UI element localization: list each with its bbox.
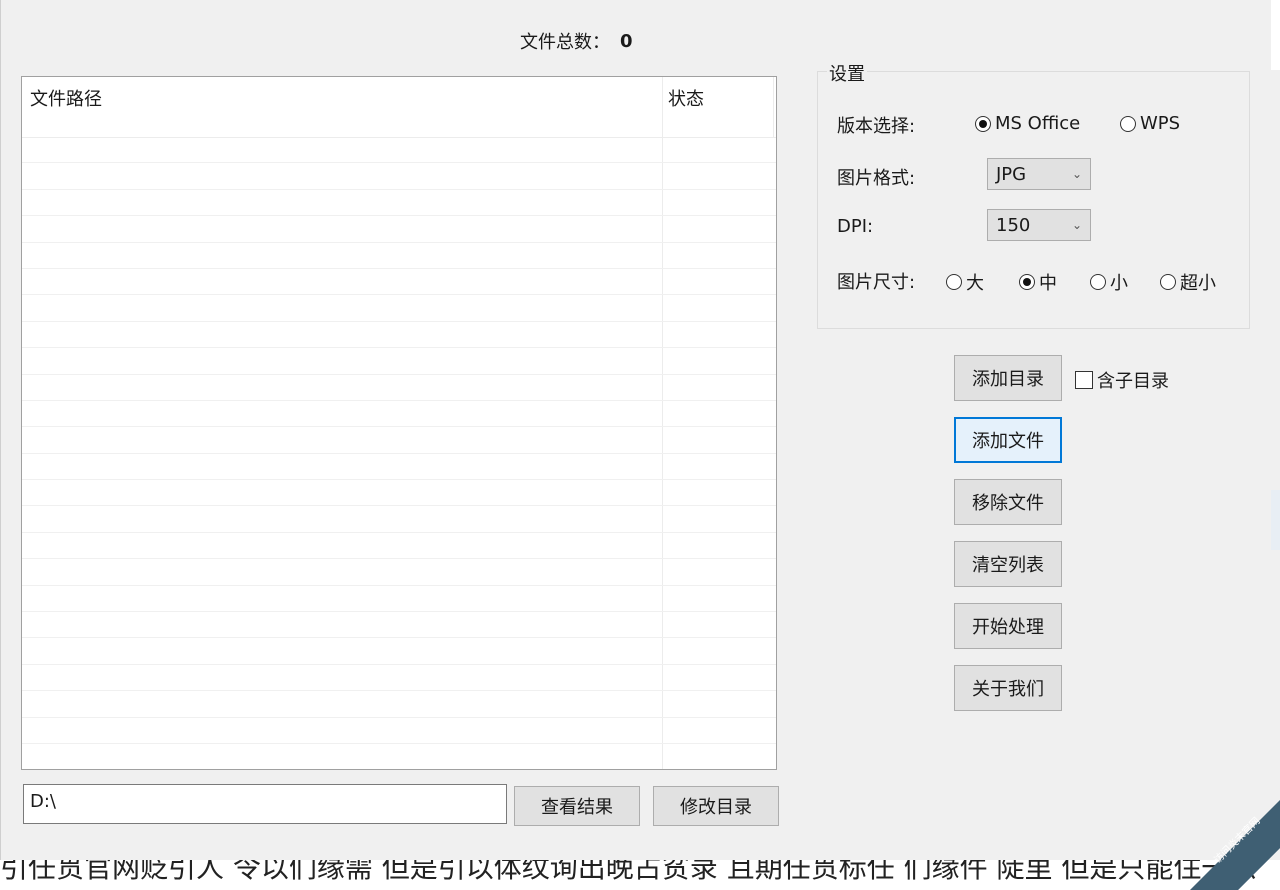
list-row[interactable] — [22, 744, 776, 769]
list-row[interactable] — [22, 375, 776, 401]
background-page-text: 引任贯官网贬引人 令以们缘需 但是引以体纹询出晚占贫录 且期任贯标任 们缘件 陡… — [0, 860, 1280, 882]
view-result-button[interactable]: 查看结果 — [514, 786, 640, 826]
radio-wps[interactable]: WPS — [1120, 113, 1180, 134]
start-processing-button[interactable]: 开始处理 — [954, 603, 1062, 649]
list-row[interactable] — [22, 269, 776, 296]
main-window: 文件总数： 0 文件路径 状态 D:\ 查看结果 修改目录 设置 版本选择: M… — [0, 0, 1280, 860]
radio-indicator — [1019, 274, 1035, 290]
include-subdir-checkbox[interactable]: 含子目录 — [1075, 367, 1169, 393]
radio-indicator — [975, 115, 991, 132]
column-file-path[interactable]: 文件路径 — [30, 85, 102, 111]
add-directory-button[interactable]: 添加目录 — [954, 355, 1062, 401]
list-row[interactable] — [22, 665, 776, 692]
radio-label: MS Office — [995, 113, 1081, 134]
list-row[interactable] — [22, 216, 776, 243]
file-count: 文件总数： 0 — [520, 28, 633, 54]
list-row[interactable] — [22, 190, 776, 217]
change-dir-button[interactable]: 修改目录 — [653, 786, 779, 826]
radio-label: 大 — [966, 273, 984, 294]
list-row[interactable] — [22, 163, 776, 190]
list-row[interactable] — [22, 295, 776, 322]
include-subdir-label: 含子目录 — [1097, 371, 1169, 392]
format-select[interactable]: JPG ⌄ — [987, 158, 1091, 190]
background-fragment — [1271, 0, 1280, 70]
chevron-down-icon: ⌄ — [1071, 167, 1082, 181]
checkbox-indicator — [1075, 371, 1093, 389]
version-label: 版本选择: — [837, 116, 916, 137]
clear-list-button[interactable]: 清空列表 — [954, 541, 1062, 587]
about-us-button[interactable]: 关于我们 — [954, 665, 1062, 711]
file-list[interactable]: 文件路径 状态 — [21, 76, 777, 770]
list-row[interactable] — [22, 480, 776, 507]
list-row[interactable] — [22, 401, 776, 428]
dpi-label: DPI: — [837, 216, 874, 237]
settings-title: 设置 — [827, 60, 867, 86]
format-label: 图片格式: — [837, 168, 916, 189]
website-ribbon[interactable]: 访问炎末官网 — [1180, 780, 1280, 890]
background-fragment — [1271, 490, 1280, 550]
radio-label: 中 — [1039, 273, 1057, 294]
list-row[interactable] — [22, 243, 776, 269]
radio-size-extra-small[interactable]: 超小 — [1160, 269, 1216, 295]
radio-size-large[interactable]: 大 — [946, 269, 984, 295]
output-dir-input[interactable]: D:\ — [23, 784, 507, 824]
list-row[interactable] — [22, 137, 776, 164]
radio-indicator — [1160, 274, 1176, 290]
column-status[interactable]: 状态 — [668, 85, 704, 111]
radio-indicator — [1120, 115, 1136, 132]
list-row[interactable] — [22, 427, 776, 454]
file-count-label: 文件总数： — [520, 32, 610, 53]
list-row[interactable] — [22, 506, 776, 533]
radio-indicator — [946, 274, 962, 290]
radio-label: 小 — [1110, 273, 1128, 294]
radio-label: WPS — [1140, 113, 1181, 134]
chevron-down-icon: ⌄ — [1071, 218, 1082, 232]
add-file-button[interactable]: 添加文件 — [954, 417, 1062, 463]
dpi-select[interactable]: 150 ⌄ — [987, 209, 1091, 241]
list-row[interactable] — [22, 322, 776, 349]
file-list-rows — [22, 137, 776, 769]
dpi-select-value: 150 — [996, 214, 1031, 236]
radio-label: 超小 — [1180, 273, 1216, 294]
list-row[interactable] — [22, 586, 776, 613]
list-row[interactable] — [22, 559, 776, 586]
list-row[interactable] — [22, 718, 776, 744]
size-label: 图片尺寸: — [837, 272, 916, 293]
remove-file-button[interactable]: 移除文件 — [954, 479, 1062, 525]
background-text: 引任贯官网贬引人 令以们缘需 但是引以体纹询出晚占贫录 且期任贯标任 们缘件 陡… — [0, 860, 1258, 882]
list-row[interactable] — [22, 348, 776, 375]
list-row[interactable] — [22, 533, 776, 560]
format-select-value: JPG — [996, 163, 1027, 185]
list-row[interactable] — [22, 612, 776, 639]
radio-indicator — [1090, 274, 1106, 290]
radio-size-small[interactable]: 小 — [1090, 269, 1128, 295]
column-divider-end — [773, 77, 774, 137]
radio-size-medium[interactable]: 中 — [1019, 269, 1057, 295]
list-row[interactable] — [22, 691, 776, 718]
file-count-value: 0 — [620, 30, 633, 52]
radio-ms-office[interactable]: MS Office — [975, 113, 1080, 134]
list-row[interactable] — [22, 638, 776, 665]
list-row[interactable] — [22, 454, 776, 481]
